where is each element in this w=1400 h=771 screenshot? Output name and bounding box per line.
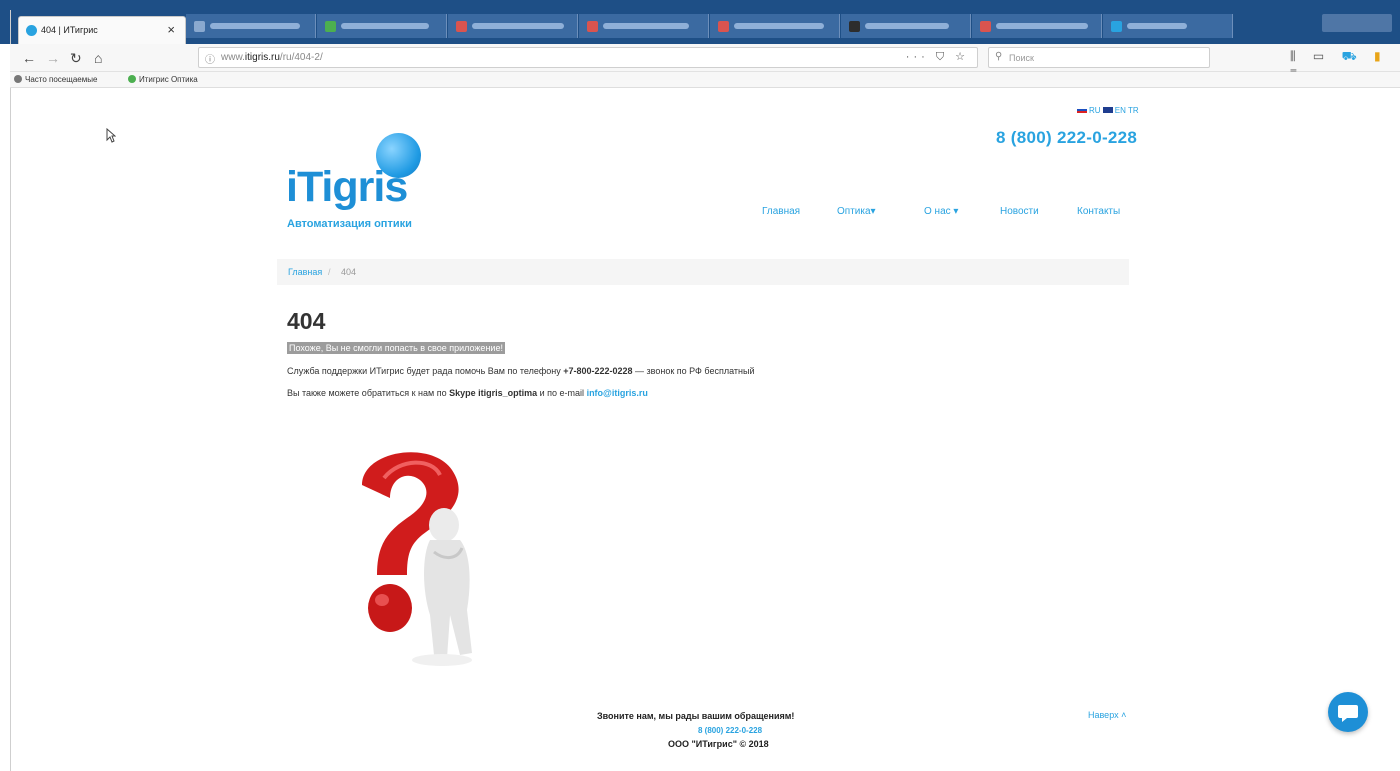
library-icon[interactable]: ⫼ (1290, 49, 1296, 63)
site-info-icon[interactable]: ⓘ (205, 51, 215, 66)
search-input[interactable]: ⚲ Поиск (988, 47, 1210, 68)
page-actions-icon[interactable]: ··· ⛉ ☆ (906, 50, 969, 64)
page-title: 404 (287, 308, 326, 334)
forward-icon[interactable]: → (46, 49, 60, 67)
question-mark-illustration (362, 452, 472, 666)
breadcrumb-current: 404 (341, 267, 357, 277)
nav-item-home[interactable]: Главная (762, 206, 800, 217)
search-placeholder: Поиск (1009, 53, 1034, 63)
bookmarks-bar: Часто посещаемые Итигрис Оптика (10, 72, 1400, 88)
nav-item-contacts[interactable]: Контакты (1077, 206, 1120, 217)
error-message-selected: Похоже, Вы не смогли попасть в свое прил… (287, 342, 505, 354)
lang-tr[interactable]: TR (1128, 106, 1139, 115)
sidebar-icon[interactable]: ▭ (1313, 49, 1324, 63)
chat-button[interactable] (1328, 692, 1368, 732)
search-icon: ⚲ (995, 51, 1003, 62)
language-switcher: RU EN TR (1077, 106, 1139, 115)
bookmark-most-visited[interactable]: Часто посещаемые (14, 75, 97, 84)
lang-ru[interactable]: RU (1089, 106, 1101, 115)
nav-item-about[interactable]: О нас ▾ (924, 206, 958, 217)
leaf-icon (128, 75, 136, 83)
mouse-cursor-icon (106, 128, 116, 143)
lang-en[interactable]: EN (1115, 106, 1126, 115)
footer-message: Звоните нам, мы рады вашим обращениям! (597, 711, 795, 721)
support-phone[interactable]: +7-800-222-0228 (563, 366, 632, 376)
back-icon[interactable]: ← (22, 49, 36, 67)
nav-item-news[interactable]: Новости (1000, 206, 1039, 217)
chat-bubble-icon (1338, 705, 1358, 722)
footer-phone[interactable]: 8 (800) 222-0-228 (698, 726, 762, 735)
breadcrumb-home[interactable]: Главная (288, 267, 322, 277)
back-to-top-link[interactable]: Наверх ˄ (1088, 710, 1126, 720)
cart-icon[interactable]: ⛟ (1342, 49, 1357, 63)
navigation-toolbar: ← → ↻ ⌂ ⓘ www.itigris.ru/ru/404-2/ ··· ⛉… (10, 44, 1400, 79)
contact-text: Вы также можете обратиться к нам по Skyp… (287, 388, 648, 398)
ru-flag-icon (1077, 107, 1087, 113)
reload-icon[interactable]: ↻ (70, 49, 82, 67)
header-phone[interactable]: 8 (800) 222-0-228 (996, 128, 1137, 148)
skype-contact: Skype itigris_optima (449, 388, 538, 398)
footer-copyright: ООО "ИТигрис" © 2018 (668, 739, 769, 749)
breadcrumb-separator: / (328, 267, 331, 277)
flag-icon[interactable]: ▮ (1374, 49, 1381, 63)
breadcrumb: Главная / 404 (277, 259, 1129, 285)
en-flag-icon (1102, 107, 1113, 113)
home-icon[interactable]: ⌂ (94, 49, 102, 67)
window-frame (10, 10, 1400, 771)
bookmark-itigris[interactable]: Итигрис Оптика (128, 75, 198, 84)
address-bar[interactable]: ⓘ www.itigris.ru/ru/404-2/ ··· ⛉ ☆ (198, 47, 978, 68)
logo[interactable]: iTigris (286, 163, 408, 211)
gear-icon (14, 75, 22, 83)
nav-item-optics[interactable]: Оптика▾ (837, 206, 876, 217)
email-link[interactable]: info@itigris.ru (587, 388, 648, 398)
logo-subtitle: Автоматизация оптики (287, 218, 412, 230)
support-text: Служба поддержки ИТигрис будет рада помо… (287, 366, 755, 376)
url-text[interactable]: www.itigris.ru/ru/404-2/ (221, 52, 323, 63)
